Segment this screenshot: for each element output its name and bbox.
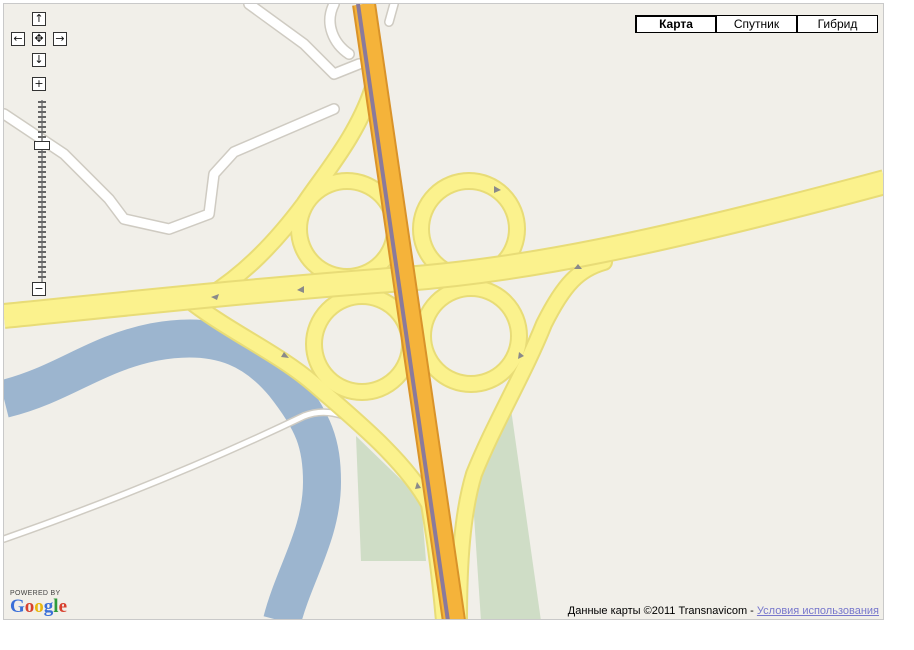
zoom-slider-ticks: [38, 101, 46, 281]
pan-left-button[interactable]: ←: [11, 32, 25, 46]
map-attribution: Данные карты ©2011 Transnavicom - Услови…: [568, 605, 879, 617]
google-letter: G: [10, 596, 25, 617]
zoom-tick: [38, 261, 46, 263]
map-type-hybrid-button[interactable]: Гибрид: [797, 15, 878, 33]
zoom-in-button[interactable]: +: [32, 77, 46, 91]
pan-down-button[interactable]: ↓: [32, 53, 46, 67]
zoom-tick: [38, 151, 46, 153]
zoom-tick: [38, 111, 46, 113]
zoom-tick: [38, 156, 46, 158]
zoom-tick: [38, 196, 46, 198]
zoom-tick: [38, 106, 46, 108]
zoom-tick: [38, 246, 46, 248]
zoom-tick: [38, 131, 46, 133]
map-type-selector: Карта Спутник Гибрид: [635, 15, 878, 33]
zoom-tick: [38, 166, 46, 168]
zoom-tick: [38, 191, 46, 193]
zoom-tick: [38, 136, 46, 138]
zoom-tick: [38, 276, 46, 278]
map-type-satellite-button[interactable]: Спутник: [716, 15, 797, 33]
zoom-tick: [38, 161, 46, 163]
map-data-copyright: Данные карты ©2011 Transnavicom -: [567, 605, 757, 617]
zoom-tick: [38, 181, 46, 183]
terms-of-use-link[interactable]: Условия использования: [757, 605, 879, 617]
zoom-tick: [38, 236, 46, 238]
zoom-tick: [38, 251, 46, 253]
map-type-map-button[interactable]: Карта: [635, 15, 716, 33]
map-canvas[interactable]: ↑ ← ✥ → ↓ + − Карта Спутник Гибрид POWER…: [3, 3, 884, 620]
zoom-tick: [38, 271, 46, 273]
zoom-tick: [38, 176, 46, 178]
zoom-tick: [38, 206, 46, 208]
zoom-tick: [38, 226, 46, 228]
map-tiles: [4, 4, 883, 619]
zoom-tick: [38, 186, 46, 188]
zoom-slider-handle[interactable]: [34, 141, 50, 150]
google-logo[interactable]: POWERED BY Google: [10, 590, 67, 618]
zoom-tick: [38, 211, 46, 213]
zoom-tick: [38, 256, 46, 258]
zoom-tick: [38, 221, 46, 223]
zoom-tick: [38, 216, 46, 218]
google-letter: g: [43, 596, 54, 617]
pan-up-button[interactable]: ↑: [32, 12, 46, 26]
google-letter: o: [34, 596, 44, 617]
zoom-tick: [38, 241, 46, 243]
google-letter: e: [58, 596, 67, 617]
google-wordmark: Google: [10, 596, 67, 618]
zoom-tick: [38, 266, 46, 268]
zoom-out-button[interactable]: −: [32, 282, 46, 296]
zoom-tick: [38, 231, 46, 233]
pan-right-button[interactable]: →: [53, 32, 67, 46]
zoom-tick: [38, 126, 46, 128]
zoom-tick: [38, 101, 46, 103]
zoom-tick: [38, 116, 46, 118]
zoom-tick: [38, 171, 46, 173]
pan-center-button[interactable]: ✥: [32, 32, 46, 46]
zoom-tick: [38, 121, 46, 123]
zoom-tick: [38, 201, 46, 203]
google-letter: o: [24, 596, 35, 617]
